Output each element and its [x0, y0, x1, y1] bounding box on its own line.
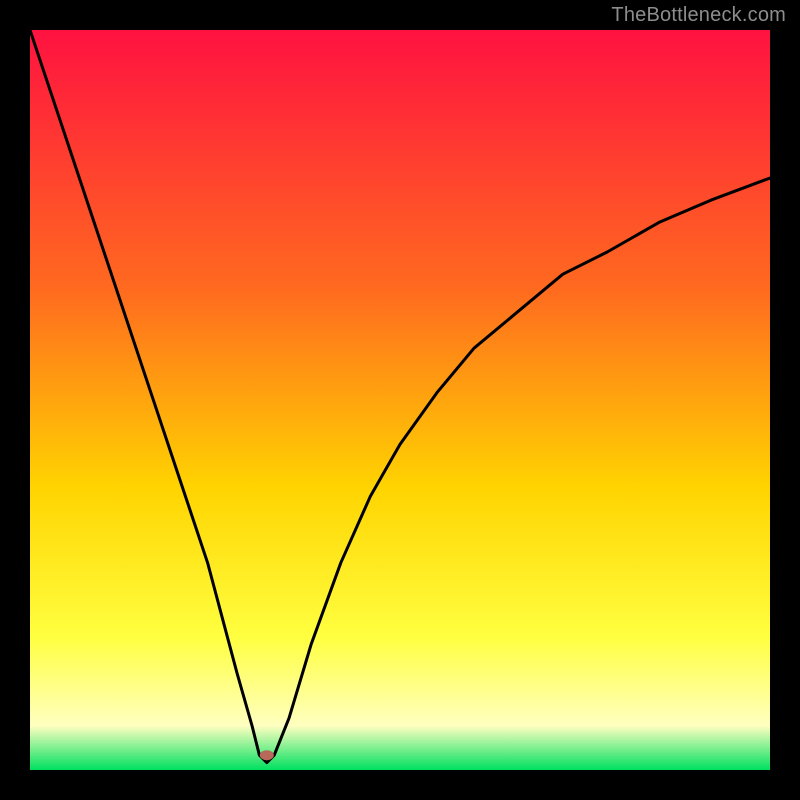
plot-area [30, 30, 770, 770]
optimal-point-marker [260, 750, 274, 760]
chart-frame: TheBottleneck.com [0, 0, 800, 800]
watermark-text: TheBottleneck.com [611, 4, 786, 27]
chart-svg [30, 30, 770, 770]
gradient-background [30, 30, 770, 770]
